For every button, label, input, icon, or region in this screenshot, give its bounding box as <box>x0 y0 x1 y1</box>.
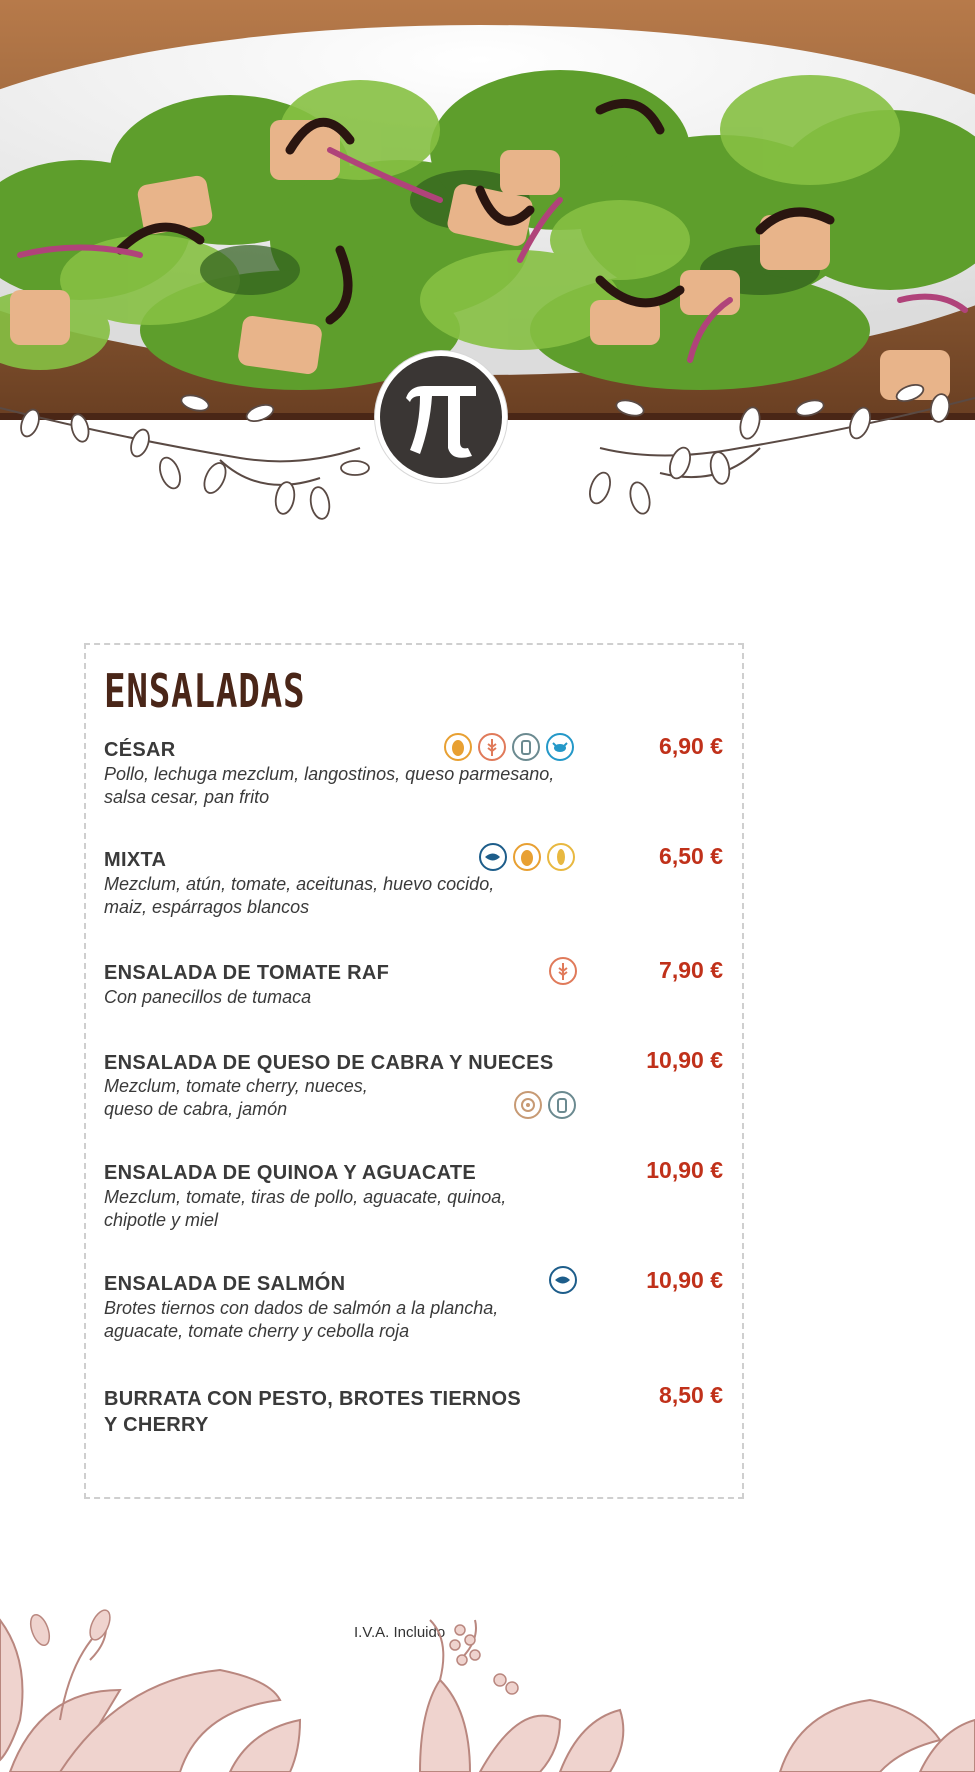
item-name: CÉSAR <box>104 739 176 761</box>
floral-decoration <box>0 1609 975 1772</box>
item-price: 8,50 € <box>659 1382 723 1408</box>
item-price: 10,90 € <box>646 1047 723 1073</box>
item-price: 7,90 € <box>659 957 723 983</box>
gluten-icon <box>549 957 577 985</box>
item-price: 6,50 € <box>659 843 723 869</box>
corn-icon <box>547 843 575 871</box>
allergen-icons <box>549 1266 577 1296</box>
allergen-icons <box>479 843 575 873</box>
restaurant-logo <box>375 351 507 483</box>
section-title: ENSALADAS <box>104 664 306 718</box>
item-description: Mezclum, tomate, tiras de pollo, aguacat… <box>104 1187 507 1230</box>
crustacean-icon <box>546 733 574 761</box>
item-price: 10,90 € <box>646 1157 723 1183</box>
egg-icon <box>444 733 472 761</box>
item-description: Con panecillos de tumaca <box>104 987 312 1007</box>
item-name: ENSALADA DE QUINOA Y AGUACATE <box>104 1162 477 1184</box>
item-name: BURRATA CON PESTO, BROTES TIERNOS Y CHER… <box>104 1388 521 1436</box>
milk-icon <box>512 733 540 761</box>
item-name: MIXTA <box>104 849 167 871</box>
fish-icon <box>479 843 507 871</box>
item-description: Mezclum, atún, tomate, aceitunas, huevo … <box>104 874 495 917</box>
gluten-icon <box>478 733 506 761</box>
item-name: ENSALADA DE TOMATE RAF <box>104 962 390 984</box>
item-name: ENSALADA DE QUESO DE CABRA Y NUECES <box>104 1052 554 1074</box>
allergen-icons <box>444 733 574 763</box>
fish-icon <box>549 1266 577 1294</box>
item-description: Brotes tiernos con dados de salmón a la … <box>104 1298 499 1341</box>
item-description: Mezclum, tomate cherry, nueces, queso de… <box>104 1076 368 1119</box>
item-price: 10,90 € <box>646 1267 723 1293</box>
item-name: ENSALADA DE SALMÓN <box>104 1273 346 1295</box>
egg-icon <box>513 843 541 871</box>
item-price: 6,90 € <box>659 733 723 759</box>
pi-icon <box>406 386 476 458</box>
allergen-icons <box>549 957 577 987</box>
item-description: Pollo, lechuga mezclum, langostinos, que… <box>104 764 555 807</box>
